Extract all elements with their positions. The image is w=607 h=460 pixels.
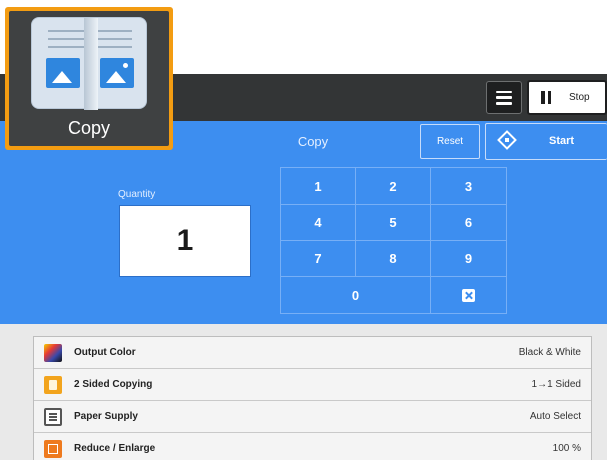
key-1[interactable]: 1 — [281, 168, 356, 205]
key-3[interactable]: 3 — [431, 168, 506, 205]
stop-button[interactable]: Stop — [527, 80, 607, 115]
key-8[interactable]: 8 — [356, 241, 431, 277]
setting-label: Reduce / Enlarge — [74, 443, 156, 454]
clear-x-icon — [462, 288, 475, 302]
reduce-enlarge-icon — [44, 440, 62, 458]
paper-supply-icon — [44, 408, 62, 426]
key-6[interactable]: 6 — [431, 205, 506, 241]
tile-label: Copy — [67, 118, 111, 138]
setting-label: Output Color — [74, 347, 136, 358]
tile-body: Copy — [9, 11, 169, 146]
two-sided-icon — [44, 376, 62, 394]
key-5[interactable]: 5 — [356, 205, 431, 241]
image-icon — [100, 58, 134, 88]
setting-paper-supply[interactable]: Paper Supply Auto Select — [34, 401, 591, 433]
setting-value: Auto Select — [529, 411, 581, 422]
setting-value: 100 % — [552, 443, 581, 454]
setting-value: Black & White — [518, 347, 581, 358]
key-0[interactable]: 0 — [281, 277, 431, 313]
start-label: Start — [549, 135, 575, 147]
menu-button[interactable] — [486, 81, 522, 114]
key-7[interactable]: 7 — [281, 241, 356, 277]
pause-icon — [541, 91, 551, 104]
quantity-label: Quantity — [118, 189, 156, 200]
setting-2-sided-copying[interactable]: 2 Sided Copying 1→1 Sided — [34, 369, 591, 401]
start-button[interactable]: Start — [485, 123, 607, 160]
key-2[interactable]: 2 — [356, 168, 431, 205]
hamburger-menu-icon — [496, 90, 512, 105]
quantity-field[interactable]: 1 — [119, 205, 251, 277]
start-diamond-icon — [497, 130, 517, 150]
clear-button[interactable] — [431, 277, 506, 313]
copy-app-tile[interactable]: Copy — [5, 7, 173, 150]
reset-button[interactable]: Reset — [420, 124, 480, 159]
image-icon — [46, 58, 80, 88]
setting-label: 2 Sided Copying — [74, 379, 153, 390]
settings-list: Output Color Black & White 2 Sided Copyi… — [33, 336, 592, 460]
key-4[interactable]: 4 — [281, 205, 356, 241]
stop-label: Stop — [569, 92, 590, 103]
key-9[interactable]: 9 — [431, 241, 506, 277]
output-color-icon — [44, 344, 62, 362]
setting-label: Paper Supply — [74, 411, 138, 422]
setting-value: 1→1 Sided — [531, 379, 581, 390]
copy-app-screen: Stop Copy Reset Start Quantity 1 1 2 3 4… — [0, 0, 607, 460]
setting-reduce-enlarge[interactable]: Reduce / Enlarge 100 % — [34, 433, 591, 460]
setting-output-color[interactable]: Output Color Black & White — [34, 337, 591, 369]
page-title: Copy — [297, 134, 329, 149]
numeric-keypad: 1 2 3 4 5 6 7 8 9 0 — [280, 167, 507, 314]
copy-document-icon — [31, 17, 147, 110]
